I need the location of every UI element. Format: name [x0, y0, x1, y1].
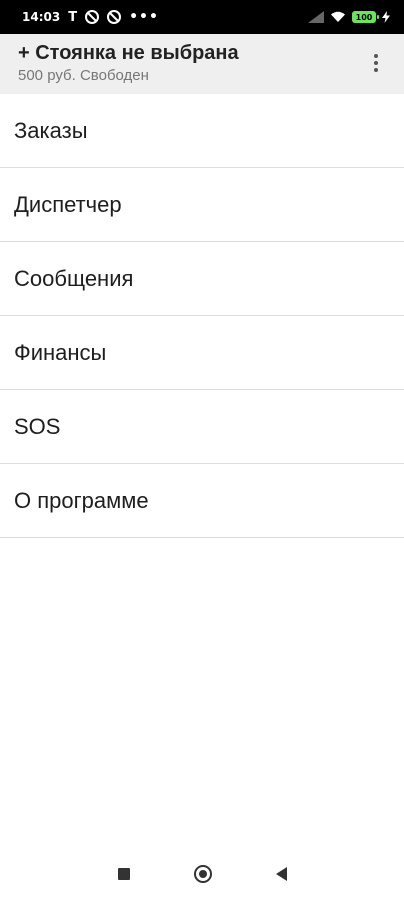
carrier-icon: T	[68, 9, 78, 25]
status-time: 14:03	[22, 10, 61, 24]
status-bar-right: 100	[308, 11, 390, 23]
no-entry-icon	[85, 10, 100, 24]
main-menu: Заказы Диспетчер Сообщения Финансы SOS О…	[0, 94, 404, 538]
no-entry-icon	[107, 10, 122, 24]
recents-icon[interactable]	[117, 868, 130, 880]
parking-selector[interactable]: + Стоянка не выбрана	[18, 40, 386, 66]
menu-item-sos[interactable]: SOS	[0, 390, 404, 464]
menu-item-finances[interactable]: Финансы	[0, 316, 404, 390]
home-icon[interactable]	[193, 865, 212, 883]
menu-item-about[interactable]: О программе	[0, 464, 404, 538]
battery-level: 100	[355, 12, 373, 22]
overflow-dots-icon: •••	[129, 9, 159, 25]
back-icon[interactable]	[275, 867, 287, 881]
wifi-icon	[331, 11, 345, 22]
charging-icon	[382, 11, 390, 23]
menu-item-messages[interactable]: Сообщения	[0, 242, 404, 316]
menu-item-dispatcher[interactable]: Диспетчер	[0, 168, 404, 242]
battery-icon: 100	[352, 11, 379, 23]
menu-item-orders[interactable]: Заказы	[0, 94, 404, 168]
signal-icon	[308, 11, 324, 23]
more-vert-icon[interactable]	[364, 48, 388, 78]
status-bar-left: 14:03 T •••	[22, 9, 159, 25]
app-bar: + Стоянка не выбрана 500 руб. Свободен	[0, 34, 404, 94]
status-subtitle: 500 руб. Свободен	[18, 67, 149, 84]
system-nav-bar	[0, 848, 404, 900]
status-bar: 14:03 T ••• 100	[0, 0, 404, 34]
